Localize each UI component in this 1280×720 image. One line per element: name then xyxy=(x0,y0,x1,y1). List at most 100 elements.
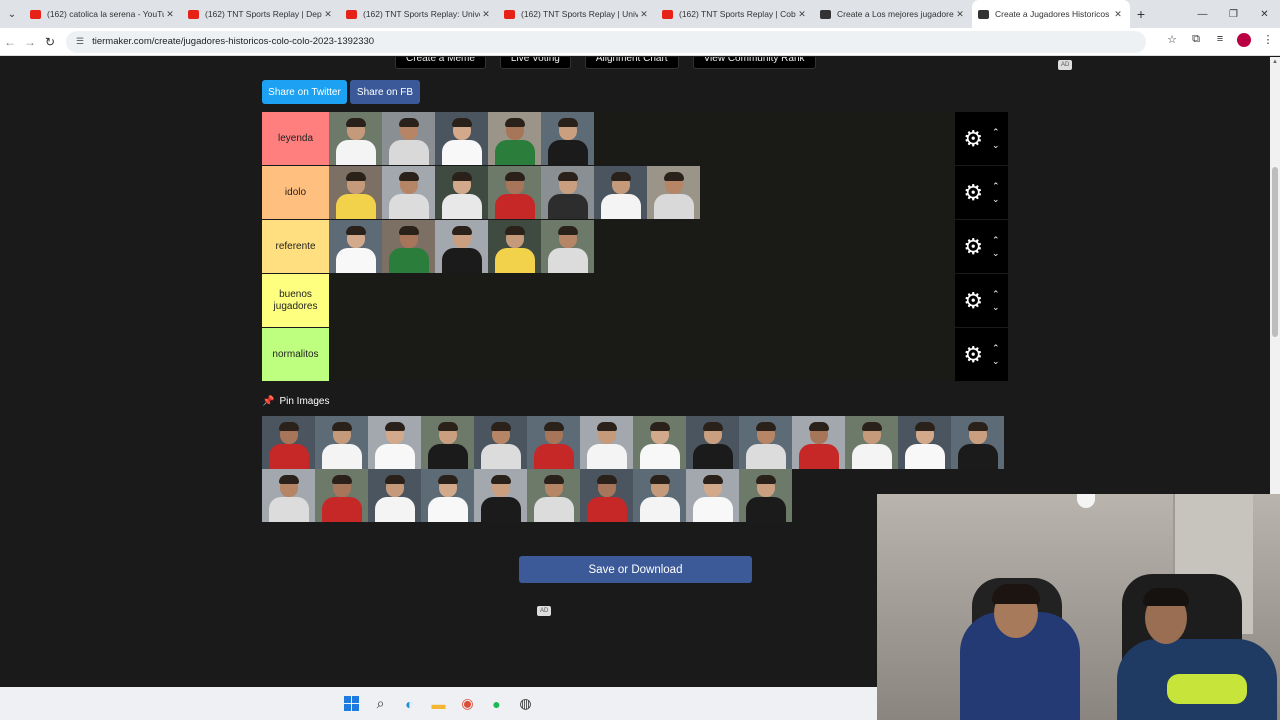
back-icon[interactable]: ← xyxy=(0,35,20,49)
player-image[interactable] xyxy=(315,416,368,469)
tier-label[interactable]: normalitos xyxy=(262,328,329,381)
browser-tab[interactable]: (162) TNT Sports Replay | Unive ✕ xyxy=(498,0,656,28)
tier-drop-zone[interactable] xyxy=(329,220,955,273)
player-image[interactable] xyxy=(382,166,435,219)
player-image[interactable] xyxy=(435,112,488,165)
spotify-icon[interactable]: ● xyxy=(482,689,511,718)
player-image[interactable] xyxy=(488,112,541,165)
tier-drop-zone[interactable] xyxy=(329,328,955,381)
recorder-icon[interactable]: ◍ xyxy=(511,689,540,718)
player-image[interactable] xyxy=(488,166,541,219)
community-rank-button[interactable]: View Community Rank xyxy=(692,57,816,69)
gear-icon[interactable]: ⚙ xyxy=(963,343,983,366)
menu-icon[interactable]: ⋮ xyxy=(1256,33,1280,50)
player-image[interactable] xyxy=(686,416,739,469)
player-image[interactable] xyxy=(315,469,368,522)
ad-badge[interactable]: AD xyxy=(1058,60,1073,70)
browser-tab[interactable]: (162) catolica la serena - YouTub ✕ xyxy=(24,0,182,28)
player-image[interactable] xyxy=(435,166,488,219)
tab-search-icon[interactable]: ⌄ xyxy=(0,0,24,28)
share-twitter-button[interactable]: Share on Twitter xyxy=(262,80,347,104)
save-download-button[interactable]: Save or Download xyxy=(519,556,752,583)
tier-label[interactable]: buenos jugadores xyxy=(262,274,329,327)
gear-icon[interactable]: ⚙ xyxy=(963,181,983,204)
player-image[interactable] xyxy=(541,166,594,219)
player-image[interactable] xyxy=(262,416,315,469)
move-down-icon[interactable]: ⌄ xyxy=(992,247,1000,260)
tier-label[interactable]: idolo xyxy=(262,166,329,219)
player-image[interactable] xyxy=(792,416,845,469)
player-image[interactable] xyxy=(633,469,686,522)
player-image[interactable] xyxy=(580,416,633,469)
player-image[interactable] xyxy=(594,166,647,219)
tab-close-icon[interactable]: ✕ xyxy=(1112,9,1124,20)
browser-tab[interactable]: Create a Los mejores jugadores ✕ xyxy=(814,0,972,28)
player-image[interactable] xyxy=(580,469,633,522)
player-image[interactable] xyxy=(898,416,951,469)
site-info-icon[interactable]: ☰ xyxy=(76,36,84,47)
gear-icon[interactable]: ⚙ xyxy=(963,235,983,258)
move-up-icon[interactable]: ⌃ xyxy=(992,180,1000,193)
tab-close-icon[interactable]: ✕ xyxy=(954,9,966,20)
ad-badge-bottom[interactable]: AD xyxy=(537,606,552,616)
player-image[interactable] xyxy=(739,416,792,469)
move-down-icon[interactable]: ⌄ xyxy=(992,193,1000,206)
profile-avatar[interactable] xyxy=(1232,33,1256,50)
player-image[interactable] xyxy=(845,416,898,469)
player-image[interactable] xyxy=(262,469,315,522)
bookmark-star-icon[interactable]: ☆ xyxy=(1160,33,1184,50)
gear-icon[interactable]: ⚙ xyxy=(963,289,983,312)
tab-close-icon[interactable]: ✕ xyxy=(638,9,650,20)
player-image[interactable] xyxy=(633,416,686,469)
edge-icon[interactable]: ◐ xyxy=(395,689,424,718)
move-down-icon[interactable]: ⌄ xyxy=(992,139,1000,152)
tab-close-icon[interactable]: ✕ xyxy=(322,9,334,20)
extensions-icon[interactable]: ⧉ xyxy=(1184,33,1208,50)
player-image[interactable] xyxy=(421,416,474,469)
player-image[interactable] xyxy=(647,166,700,219)
url-field[interactable]: ☰ tiermaker.com/create/jugadores-histori… xyxy=(66,30,1146,53)
browser-tab[interactable]: (162) TNT Sports Replay | Cobr ✕ xyxy=(656,0,814,28)
scroll-thumb[interactable] xyxy=(1272,167,1278,337)
tier-drop-zone[interactable] xyxy=(329,112,955,165)
player-image[interactable] xyxy=(686,469,739,522)
move-up-icon[interactable]: ⌃ xyxy=(992,126,1000,139)
player-image[interactable] xyxy=(382,220,435,273)
player-image[interactable] xyxy=(951,416,1004,469)
share-fb-button[interactable]: Share on FB xyxy=(350,80,420,104)
tab-close-icon[interactable]: ✕ xyxy=(796,9,808,20)
minimize-icon[interactable]: — xyxy=(1187,0,1218,28)
reload-icon[interactable]: ↻ xyxy=(40,35,60,49)
chrome-icon[interactable]: ◉ xyxy=(453,689,482,718)
tab-close-icon[interactable]: ✕ xyxy=(480,9,492,20)
move-up-icon[interactable]: ⌃ xyxy=(992,342,1000,355)
close-window-icon[interactable]: ✕ xyxy=(1249,0,1280,28)
tier-drop-zone[interactable] xyxy=(329,274,955,327)
maximize-icon[interactable]: ❐ xyxy=(1218,0,1249,28)
scroll-up-icon[interactable]: ▲ xyxy=(1270,59,1280,65)
move-down-icon[interactable]: ⌄ xyxy=(992,355,1000,368)
browser-tab[interactable]: (162) TNT Sports Replay: Unive ✕ xyxy=(340,0,498,28)
tier-drop-zone[interactable] xyxy=(329,166,955,219)
gear-icon[interactable]: ⚙ xyxy=(963,127,983,150)
tier-label[interactable]: leyenda xyxy=(262,112,329,165)
browser-tab[interactable]: (162) TNT Sports Replay | Depo ✕ xyxy=(182,0,340,28)
live-voting-button[interactable]: Live Voting xyxy=(499,57,571,69)
player-image[interactable] xyxy=(527,469,580,522)
move-up-icon[interactable]: ⌃ xyxy=(992,288,1000,301)
player-image[interactable] xyxy=(329,166,382,219)
player-image[interactable] xyxy=(435,220,488,273)
new-tab-button[interactable]: + xyxy=(1130,6,1152,22)
forward-icon[interactable]: → xyxy=(20,35,40,49)
player-image[interactable] xyxy=(368,469,421,522)
file-explorer-icon[interactable]: ▬ xyxy=(424,689,453,718)
player-image[interactable] xyxy=(541,112,594,165)
alignment-chart-button[interactable]: Alignment Chart xyxy=(584,57,679,69)
windows-start-icon[interactable] xyxy=(337,689,366,718)
player-image[interactable] xyxy=(541,220,594,273)
player-image[interactable] xyxy=(474,469,527,522)
browser-tab[interactable]: Create a Jugadores Historicos ✕ xyxy=(972,0,1130,28)
player-image[interactable] xyxy=(368,416,421,469)
player-image[interactable] xyxy=(527,416,580,469)
player-image[interactable] xyxy=(329,112,382,165)
